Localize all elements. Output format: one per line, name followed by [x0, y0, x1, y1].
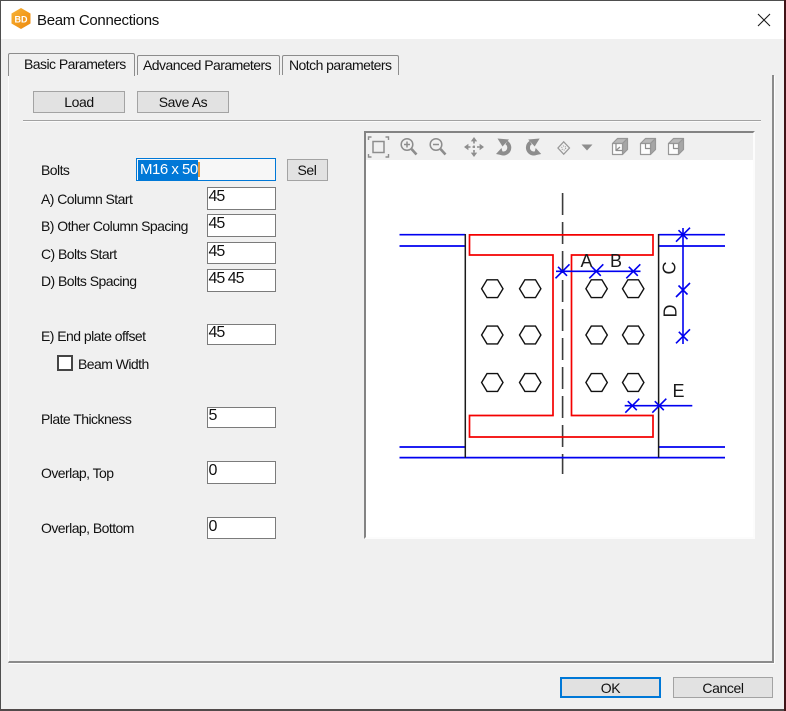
- svg-text:D: D: [661, 305, 681, 318]
- svg-text:A: A: [580, 251, 592, 271]
- svg-text:BD: BD: [15, 15, 28, 25]
- svg-text:C: C: [660, 262, 680, 275]
- svg-text:B: B: [610, 251, 622, 271]
- svg-text:E: E: [672, 381, 684, 401]
